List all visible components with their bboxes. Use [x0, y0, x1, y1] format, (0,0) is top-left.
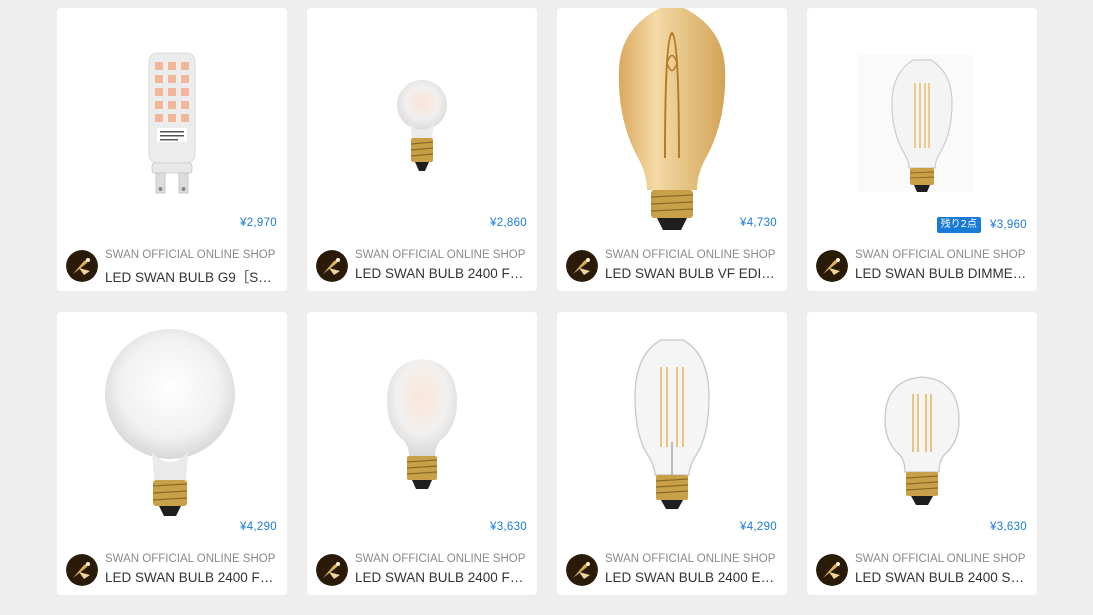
- product-title[interactable]: LED SWAN BULB 2400 STANDARD: [855, 570, 1029, 585]
- product-card[interactable]: ¥2,860 SWAN OFFICIAL ONLINE SHOP LED SWA…: [307, 8, 537, 291]
- product-title[interactable]: LED SWAN BULB G9［SWAN G9 BULB］: [105, 266, 279, 286]
- product-image[interactable]: [807, 8, 1037, 238]
- shop-avatar[interactable]: [816, 554, 848, 586]
- price: ¥2,970: [240, 217, 277, 229]
- swan-logo-icon: [566, 250, 598, 282]
- price: ¥3,960: [990, 219, 1027, 231]
- product-title[interactable]: LED SWAN BULB 2400 EDISON: [605, 570, 779, 585]
- product-title[interactable]: LED SWAN BULB 2400 FROST BALL: [105, 570, 279, 585]
- product-grid: ¥2,970 SWAN OFFICIAL ONLINE SHOP LED SWA…: [57, 8, 1037, 595]
- shop-name[interactable]: SWAN OFFICIAL ONLINE SHOP: [105, 249, 280, 261]
- shop-avatar[interactable]: [316, 250, 348, 282]
- product-title[interactable]: LED SWAN BULB 2400 FROST MINI: [355, 266, 529, 281]
- shop-avatar[interactable]: [566, 250, 598, 282]
- product-card[interactable]: ¥2,970 SWAN OFFICIAL ONLINE SHOP LED SWA…: [57, 8, 287, 291]
- shop-name[interactable]: SWAN OFFICIAL ONLINE SHOP: [855, 553, 1030, 565]
- shop-avatar[interactable]: [316, 554, 348, 586]
- product-image[interactable]: [307, 8, 537, 238]
- swan-logo-icon: [316, 250, 348, 282]
- shop-name[interactable]: SWAN OFFICIAL ONLINE SHOP: [605, 553, 780, 565]
- price: ¥4,730: [740, 217, 777, 229]
- swan-logo-icon: [566, 554, 598, 586]
- clear-edison-filament-bulb-image: [634, 339, 710, 509]
- g9-led-bulb-image: [148, 52, 196, 194]
- price: ¥3,630: [990, 521, 1027, 533]
- product-title[interactable]: LED SWAN BULB 2400 FROST: [355, 570, 529, 585]
- swan-logo-icon: [816, 554, 848, 586]
- shop-avatar[interactable]: [566, 554, 598, 586]
- price: ¥3,630: [490, 521, 527, 533]
- clear-edison-bulb-image: [857, 55, 973, 192]
- product-card[interactable]: ¥4,290 SWAN OFFICIAL ONLINE SHOP LED SWA…: [57, 312, 287, 595]
- clear-standard-filament-bulb-image: [884, 376, 960, 505]
- price: ¥4,290: [240, 521, 277, 533]
- swan-logo-icon: [66, 554, 98, 586]
- product-card[interactable]: ¥4,290 SWAN OFFICIAL ONLINE SHOP LED SWA…: [557, 312, 787, 595]
- shop-avatar[interactable]: [66, 554, 98, 586]
- frost-globe-bulb-image: [105, 329, 235, 516]
- product-image[interactable]: [57, 8, 287, 238]
- swan-logo-icon: [816, 250, 848, 282]
- product-card[interactable]: ¥3,630 SWAN OFFICIAL ONLINE SHOP LED SWA…: [307, 312, 537, 595]
- swan-logo-icon: [316, 554, 348, 586]
- price: ¥4,290: [740, 521, 777, 533]
- shop-name[interactable]: SWAN OFFICIAL ONLINE SHOP: [605, 249, 780, 261]
- stock-badge: 残り2点: [936, 217, 982, 233]
- product-image[interactable]: [557, 8, 787, 238]
- product-image[interactable]: [57, 312, 287, 542]
- shop-avatar[interactable]: [66, 250, 98, 282]
- frost-standard-bulb-image: [387, 359, 457, 489]
- product-image[interactable]: [557, 312, 787, 542]
- product-title[interactable]: LED SWAN BULB VF EDISON: [605, 266, 779, 281]
- shop-avatar[interactable]: [816, 250, 848, 282]
- product-image[interactable]: [307, 312, 537, 542]
- amber-edison-bulb-image: [618, 8, 726, 230]
- product-image[interactable]: [807, 312, 1037, 542]
- mini-frost-bulb-image: [397, 80, 447, 171]
- product-card[interactable]: ¥3,630 SWAN OFFICIAL ONLINE SHOP LED SWA…: [807, 312, 1037, 595]
- product-card[interactable]: ¥4,730 SWAN OFFICIAL ONLINE SHOP LED SWA…: [557, 8, 787, 291]
- price: ¥2,860: [490, 217, 527, 229]
- shop-name[interactable]: SWAN OFFICIAL ONLINE SHOP: [355, 553, 530, 565]
- product-card[interactable]: 残り2点 ¥3,960 SWAN OFFICIAL ONLINE SHOP LE…: [807, 8, 1037, 291]
- swan-logo-icon: [66, 250, 98, 282]
- shop-name[interactable]: SWAN OFFICIAL ONLINE SHOP: [355, 249, 530, 261]
- shop-name[interactable]: SWAN OFFICIAL ONLINE SHOP: [855, 249, 1030, 261]
- shop-name[interactable]: SWAN OFFICIAL ONLINE SHOP: [105, 553, 280, 565]
- product-title[interactable]: LED SWAN BULB DIMMER EDISON: [855, 266, 1029, 281]
